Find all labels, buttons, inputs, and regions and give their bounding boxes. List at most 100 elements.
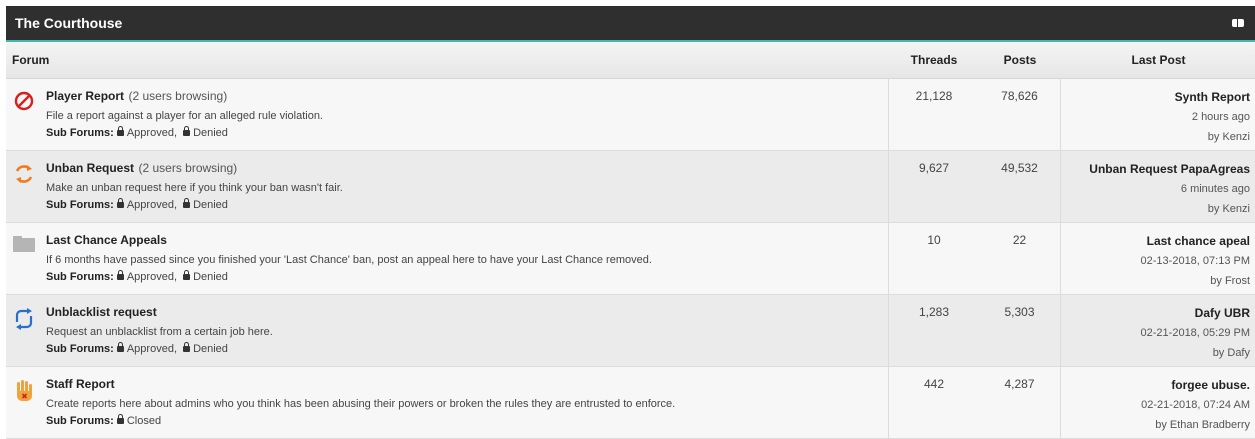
last-post-title-link[interactable]: Synth Report	[1061, 87, 1250, 107]
last-post-author: by Dafy	[1061, 343, 1250, 363]
last-post-title-link[interactable]: Dafy UBR	[1061, 303, 1250, 323]
last-post-by-label: by	[1207, 131, 1220, 143]
sub-forums-label: Sub Forums:	[46, 343, 114, 355]
lock-icon	[116, 198, 124, 208]
users-browsing: (2 users browsing)	[138, 161, 238, 175]
last-post: Last chance apeal 02-13-2018, 07:13 PM by …	[1061, 223, 1255, 294]
forum-row: Unblacklist request Request an unblackli…	[6, 295, 1255, 367]
forum-list: Player Report (2 users browsing) File a r…	[6, 79, 1255, 439]
header-forum: Forum	[12, 53, 50, 67]
forum-icon-cell	[6, 223, 42, 294]
forum-icon-cell	[6, 367, 42, 438]
sub-forum-link[interactable]: Closed	[127, 415, 161, 427]
last-post-by-label: by	[1212, 347, 1225, 359]
last-post: forgee ubuse. 02-21-2018, 07:24 AM by Etha…	[1061, 367, 1255, 438]
sub-forum-link[interactable]: Approved	[127, 199, 174, 211]
forum-category: The Courthouse Forum Threads Posts Last …	[6, 6, 1255, 439]
forum-description: Make an unban request here if you think …	[46, 182, 343, 194]
last-post-user-link[interactable]: Ethan Bradberry	[1170, 419, 1250, 431]
sub-forums: Sub Forums: Closed	[46, 414, 884, 427]
lock-icon	[116, 414, 124, 424]
last-post-time: 02-21-2018, 05:29 PM	[1140, 327, 1250, 339]
post-count: 4,287	[979, 367, 1061, 438]
lock-icon	[183, 270, 191, 280]
forum-title-link[interactable]: Staff Report	[46, 377, 115, 391]
last-post-time: 02-13-2018, 07:13 PM	[1140, 255, 1250, 267]
last-post-by-label: by	[1155, 419, 1167, 431]
sub-forum-link[interactable]: Approved	[127, 271, 174, 283]
last-post-author: by Kenzi	[1061, 199, 1250, 219]
last-post: Synth Report 2 hours ago by Kenzi	[1061, 79, 1255, 150]
last-post: Unban Request PapaAgreas 6 minutes ago by …	[1061, 151, 1255, 222]
forum-info: Last Chance Appeals If 6 months have pas…	[42, 223, 889, 294]
forum-info: Unblacklist request Request an unblackli…	[42, 295, 889, 366]
forum-icon-cell	[6, 79, 42, 150]
forum-title-link[interactable]: Unblacklist request	[46, 305, 157, 319]
forum-description: Create reports here about admins who you…	[46, 398, 676, 410]
forum-row: Last Chance Appeals If 6 months have pas…	[6, 223, 1255, 295]
forum-description: File a report against a player for an al…	[46, 110, 323, 122]
sub-forum-link[interactable]: Denied	[193, 271, 228, 283]
lock-icon	[116, 342, 124, 352]
post-count: 49,532	[979, 151, 1061, 222]
last-post-time: 02-21-2018, 07:24 AM	[1141, 399, 1250, 411]
table-header: Forum Threads Posts Last Post	[6, 42, 1255, 79]
sub-forum-link[interactable]: Approved	[127, 127, 174, 139]
last-post-user-link[interactable]: Frost	[1225, 275, 1250, 287]
sub-forums: Sub Forums: Approved, Denied	[46, 342, 228, 355]
prohibited-icon	[14, 91, 34, 150]
last-post-time: 6 minutes ago	[1180, 183, 1250, 195]
last-post-title-link[interactable]: forgee ubuse.	[1061, 375, 1250, 395]
last-post-user-link[interactable]: Kenzi	[1222, 203, 1250, 215]
last-post-user-link[interactable]: Kenzi	[1222, 131, 1250, 143]
forum-icon-cell	[6, 151, 42, 222]
forum-description: Request an unblacklist from a certain jo…	[46, 326, 273, 338]
refresh-orange-icon	[13, 163, 35, 222]
sub-forum-link[interactable]: Denied	[193, 127, 228, 139]
category-header: The Courthouse	[6, 6, 1255, 42]
forum-info: Unban Request (2 users browsing) Make an …	[42, 151, 889, 222]
forum-info: Player Report (2 users browsing) File a r…	[42, 79, 889, 150]
sub-forums: Sub Forums: Approved, Denied	[46, 270, 228, 283]
last-post-by-label: by	[1210, 275, 1222, 287]
folder-icon	[12, 235, 36, 294]
last-post-author: by Ethan Bradberry	[1061, 415, 1250, 435]
refresh-blue-icon	[13, 307, 35, 366]
header-posts: Posts	[1003, 53, 1037, 67]
forum-info: Staff Report Create reports here about a…	[42, 367, 889, 438]
last-post-author: by Frost	[1061, 271, 1250, 291]
forum-title-link[interactable]: Last Chance Appeals	[46, 233, 167, 247]
sub-forums-label: Sub Forums:	[46, 271, 114, 283]
sub-forum-link[interactable]: Denied	[193, 199, 228, 211]
sub-forum-link[interactable]: Denied	[193, 343, 228, 355]
forum-title-link[interactable]: Unban Request	[46, 161, 134, 175]
last-post-title-link[interactable]: Unban Request PapaAgreas	[1061, 159, 1250, 179]
thread-count: 21,128	[915, 89, 953, 103]
thread-count: 10	[927, 233, 941, 247]
category-title[interactable]: The Courthouse	[15, 15, 122, 31]
sub-forums: Sub Forums: Approved, Denied	[46, 126, 228, 139]
forum-description: If 6 months have passed since you finish…	[46, 254, 652, 266]
last-post-time: 2 hours ago	[1191, 111, 1250, 123]
thread-count: 9,627	[918, 161, 950, 175]
sub-forums-label: Sub Forums:	[46, 415, 114, 427]
last-post-title-link[interactable]: Last chance apeal	[1061, 231, 1250, 251]
forum-title-link[interactable]: Player Report	[46, 89, 124, 103]
post-count: 78,626	[979, 79, 1061, 150]
sub-forums-label: Sub Forums:	[46, 199, 114, 211]
last-post-user-link[interactable]: Dafy	[1227, 347, 1250, 359]
last-post-author: by Kenzi	[1061, 127, 1250, 147]
lock-icon	[183, 126, 191, 136]
lock-icon	[116, 126, 124, 136]
users-browsing: (2 users browsing)	[128, 89, 228, 103]
lock-icon	[183, 342, 191, 352]
lock-icon	[183, 198, 191, 208]
collapse-icon[interactable]	[1232, 19, 1244, 27]
sub-forums: Sub Forums: Approved, Denied	[46, 198, 228, 211]
post-count: 5,303	[979, 295, 1061, 366]
forum-row: Player Report (2 users browsing) File a r…	[6, 79, 1255, 151]
forum-icon-cell	[6, 295, 42, 366]
sub-forum-link[interactable]: Approved	[127, 343, 174, 355]
header-last-post: Last Post	[1131, 53, 1186, 67]
thread-count: 442	[923, 377, 945, 391]
